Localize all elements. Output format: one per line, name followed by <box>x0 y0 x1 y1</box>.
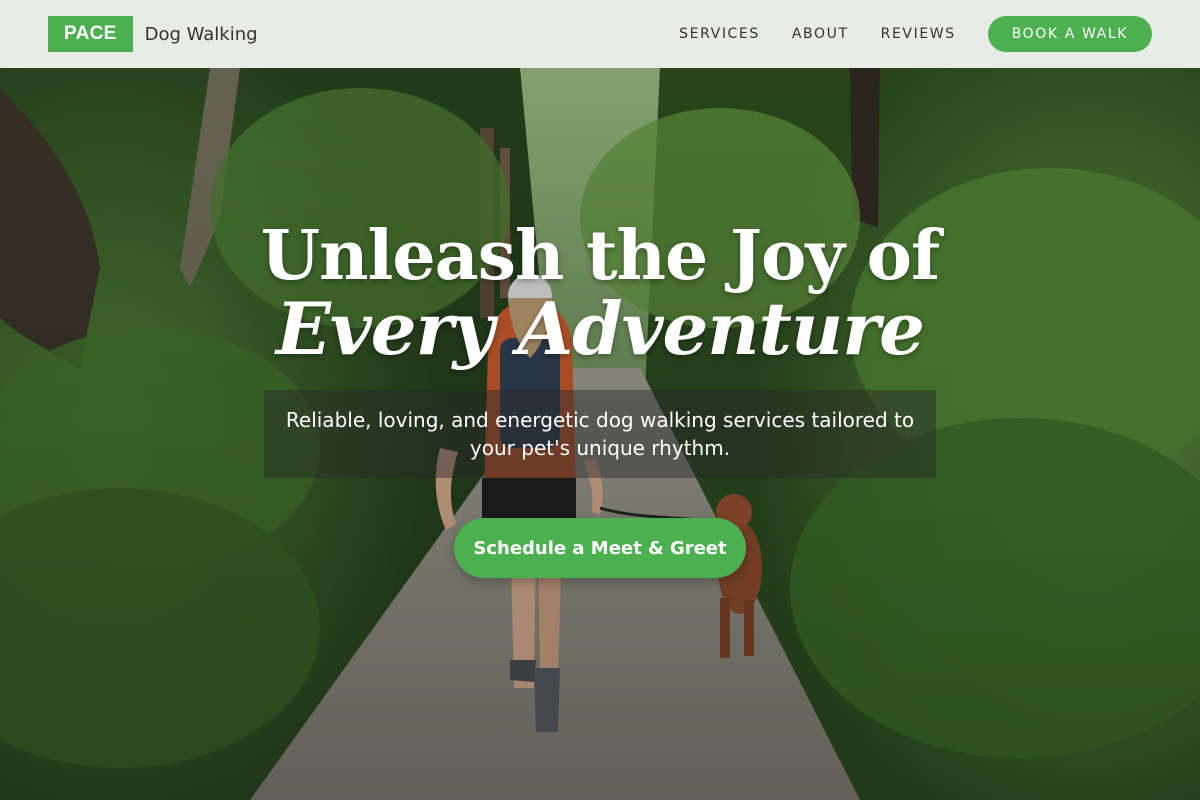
hero-headline: Unleash the Joy of Every Adventure <box>0 220 1200 366</box>
site-header: PACE Dog Walking SERVICES ABOUT REVIEWS … <box>0 0 1200 68</box>
brand[interactable]: PACE Dog Walking <box>48 16 258 52</box>
main-nav: SERVICES ABOUT REVIEWS BOOK A WALK <box>647 16 1152 52</box>
hero-section: Unleash the Joy of Every Adventure Relia… <box>0 68 1200 800</box>
book-a-walk-button[interactable]: BOOK A WALK <box>987 16 1152 52</box>
nav-link-services[interactable]: SERVICES <box>679 26 760 42</box>
hero-subtitle-panel: Reliable, loving, and energetic dog walk… <box>264 390 936 478</box>
headline-line-2: Every Adventure <box>276 286 925 371</box>
headline-line-1: Unleash the Joy of <box>260 216 940 296</box>
hero-subtitle: Reliable, loving, and energetic dog walk… <box>285 408 915 460</box>
schedule-meet-greet-button[interactable]: Schedule a Meet & Greet <box>454 518 746 578</box>
nav-link-reviews[interactable]: REVIEWS <box>881 26 956 42</box>
nav-link-about[interactable]: ABOUT <box>792 26 849 42</box>
brand-subtitle: Dog Walking <box>144 23 258 45</box>
logo[interactable]: PACE <box>48 16 133 52</box>
